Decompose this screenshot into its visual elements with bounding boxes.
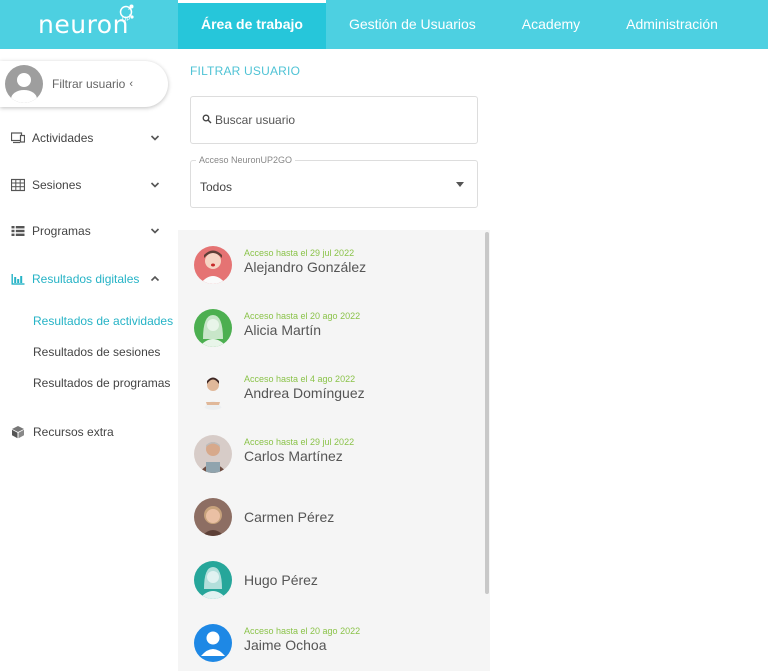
chevron-down-icon <box>150 135 160 141</box>
user-name: Hugo Pérez <box>244 572 318 588</box>
nav-tab-academy[interactable]: Academy <box>499 0 603 49</box>
user-list-item[interactable]: Acceso hasta el 29 jul 2022 Carlos Martí… <box>178 425 484 488</box>
user-access-date: Acceso hasta el 20 ago 2022 <box>244 626 361 636</box>
grid-icon <box>11 178 25 192</box>
cube-icon <box>12 426 24 439</box>
nav-tab-gestion-usuarios[interactable]: Gestión de Usuarios <box>326 0 499 49</box>
user-name: Alicia Martín <box>244 322 322 338</box>
user-filter-button[interactable]: Filtrar usuario ‹ <box>0 61 168 107</box>
bar-chart-icon <box>11 274 25 285</box>
sidebar-item-programas[interactable]: Programas <box>0 216 178 246</box>
user-avatar <box>194 498 232 536</box>
user-name: Carlos Martínez <box>244 448 343 464</box>
svg-text:UP: UP <box>122 17 130 22</box>
user-list-item[interactable]: Acceso hasta el 29 jul 2022 Alejandro Go… <box>178 236 484 299</box>
sidebar-item-label: Programas <box>32 224 91 238</box>
user-list-item[interactable]: Acceso hasta el 20 ago 2022 Jaime Ochoa <box>178 614 484 671</box>
sidebar-subitem-resultados-actividades[interactable]: Resultados de actividades <box>33 314 173 328</box>
chevron-down-icon <box>150 182 160 188</box>
main-nav: Área de trabajo Gestión de Usuarios Acad… <box>178 0 741 49</box>
access-select[interactable]: Acceso NeuronUP2GO Todos <box>190 155 478 208</box>
sidebar-item-label: Sesiones <box>32 178 82 192</box>
monitor-icon <box>11 132 25 144</box>
chevron-down-icon <box>150 228 160 234</box>
user-list: Acceso hasta el 29 jul 2022 Alejandro Go… <box>178 230 484 671</box>
user-name: Carmen Pérez <box>244 509 335 525</box>
nav-tab-area-de-trabajo[interactable]: Área de trabajo <box>178 0 326 49</box>
user-name: Alejandro González <box>244 259 367 275</box>
search-input[interactable] <box>215 109 465 131</box>
caret-down-icon <box>456 182 464 187</box>
user-avatar-placeholder-icon <box>194 624 232 662</box>
user-list-item[interactable]: Hugo Pérez <box>178 551 484 614</box>
sidebar-subitem-resultados-programas[interactable]: Resultados de programas <box>33 376 170 390</box>
list-icon <box>11 226 25 236</box>
user-name: Andrea Domínguez <box>244 385 365 401</box>
sidebar-item-label: Actividades <box>32 131 94 145</box>
sidebar-item-recursos-extra[interactable]: Recursos extra <box>0 417 178 447</box>
sidebar-item-label: Recursos extra <box>33 425 114 439</box>
user-list-item[interactable]: Acceso hasta el 20 ago 2022 Alicia Martí… <box>178 299 484 362</box>
search-icon <box>202 114 212 124</box>
avatar-placeholder-icon <box>5 65 43 103</box>
logo[interactable]: neuron UP <box>38 4 134 42</box>
sidebar-item-actividades[interactable]: Actividades <box>0 123 178 153</box>
scrollbar-thumb[interactable] <box>485 232 489 594</box>
user-access-date: Acceso hasta el 20 ago 2022 <box>244 311 361 321</box>
search-box[interactable] <box>190 96 478 144</box>
user-list-item[interactable]: Acceso hasta el 4 ago 2022 Andrea Domíng… <box>178 362 484 425</box>
user-avatar-placeholder-icon <box>194 561 232 599</box>
user-avatar <box>194 372 232 410</box>
user-filter-label: Filtrar usuario <box>52 77 126 91</box>
user-access-date: Acceso hasta el 29 jul 2022 <box>244 248 355 258</box>
chevron-up-icon <box>150 275 160 282</box>
user-list-item[interactable]: Carmen Pérez <box>178 488 484 551</box>
access-select-value: Todos <box>200 180 233 194</box>
panel-title: FILTRAR USUARIO <box>190 64 301 78</box>
logo-badge-label: UP <box>122 17 130 22</box>
logo-text: neuron <box>38 9 129 39</box>
user-access-date: Acceso hasta el 4 ago 2022 <box>244 374 356 384</box>
user-avatar <box>194 246 232 284</box>
user-avatar-placeholder-icon <box>194 309 232 347</box>
user-avatar <box>194 435 232 473</box>
chevron-left-icon: ‹ <box>129 78 134 90</box>
sidebar-subitem-resultados-sesiones[interactable]: Resultados de sesiones <box>33 345 160 359</box>
top-bar: neuron UP Área de trabajo Gestión de Usu… <box>0 0 768 49</box>
user-filter-panel: FILTRAR USUARIO Acceso NeuronUP2GO Todos <box>178 49 490 671</box>
user-name: Jaime Ochoa <box>244 637 327 653</box>
user-access-date: Acceso hasta el 29 jul 2022 <box>244 437 355 447</box>
main-content-area <box>490 49 768 671</box>
filter-controls: FILTRAR USUARIO Acceso NeuronUP2GO Todos <box>178 49 490 230</box>
nav-tab-administracion[interactable]: Administración <box>603 0 741 49</box>
sidebar-item-resultados-digitales[interactable]: Resultados digitales <box>0 264 178 294</box>
access-select-label: Acceso NeuronUP2GO <box>196 155 296 165</box>
sidebar: Filtrar usuario ‹ Actividades Sesiones P… <box>0 49 178 671</box>
sidebar-item-label: Resultados digitales <box>32 272 140 286</box>
sidebar-item-sesiones[interactable]: Sesiones <box>0 170 178 200</box>
